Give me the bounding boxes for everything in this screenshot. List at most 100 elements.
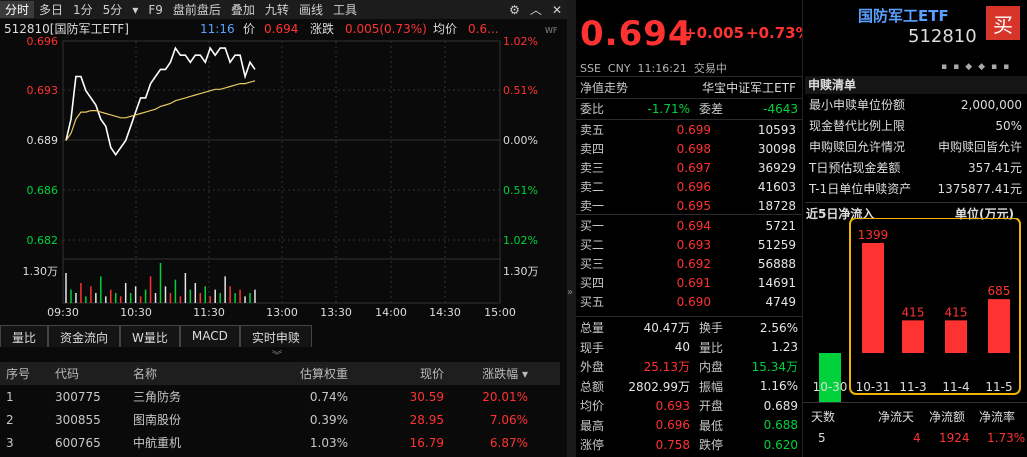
info-label: 现金替代比例上限 [809, 119, 906, 133]
bid-volume: 56888 [757, 256, 796, 271]
ask-row[interactable]: 卖二 0.696 41603 [576, 177, 802, 196]
flow-footer-value: 1924 [939, 431, 970, 445]
y-tick-left: 0.689 [27, 134, 59, 147]
y-tick-right: 0.51% [503, 84, 538, 97]
x-tick: 13:30 [320, 306, 352, 319]
toolbar-tab[interactable]: 叠加 [226, 1, 260, 18]
expand-chevron-icon[interactable]: ︾ [272, 347, 282, 362]
holdings-table: 序号 代码 名称 估算权重 现价 涨跌幅 ▾ 1 300775 三角防务 0.74% 30.59 20… [0, 362, 560, 454]
toolbar-tab[interactable]: 5分 [98, 1, 128, 18]
column-header[interactable]: 序号 [0, 365, 55, 382]
info-row: 申购赎回允许情况 申购赎回皆允许 [803, 137, 1027, 156]
stat-row: 现手 40 量比 1.23 [576, 338, 802, 357]
toolbar-tab[interactable]: 九转 [260, 1, 294, 18]
expand-arrow-icon[interactable]: » [567, 287, 573, 298]
column-header[interactable]: 涨跌幅 ▾ [444, 365, 540, 382]
x-tick: 14:00 [375, 306, 407, 319]
stat-label: 涨停 [580, 438, 605, 452]
period-toolbar: 分时 多日 1分 5分 ▾ F9 盘前盘后 叠加 九转 画线 工具 ⚙ ︿ ✕ [0, 0, 567, 19]
bid-price: 0.693 [676, 237, 711, 252]
toolbar-tab[interactable]: 分时 [0, 1, 35, 18]
bid-row[interactable]: 买四 0.691 14691 [576, 273, 802, 292]
flow-category-label: 11-4 [942, 380, 969, 394]
column-header[interactable]: 现价 [348, 365, 444, 382]
flow-category-label: 10-30 [813, 380, 848, 394]
indicator-tab[interactable]: 资金流向 [48, 325, 121, 347]
stat-label: 换手 [699, 321, 724, 335]
toolbar-tab[interactable]: 盘前盘后 [168, 1, 226, 18]
bid-price: 0.694 [676, 218, 711, 233]
table-row[interactable]: 1 300775 三角防务 0.74% 30.59 20.01% [0, 385, 560, 408]
chart-time: 11:16 [200, 22, 235, 36]
info-value: 357.41元 [968, 161, 1022, 175]
stat-value: 2.56% [759, 320, 798, 335]
indicator-tab[interactable]: MACD [179, 325, 240, 347]
stat-value: 0.693 [655, 398, 690, 413]
bid-volume: 5721 [765, 218, 796, 233]
info-value: 1375877.41元 [937, 182, 1022, 196]
bid-row[interactable]: 买五 0.690 4749 [576, 292, 802, 311]
info-value: 申购赎回皆允许 [937, 140, 1022, 154]
indicator-tab[interactable]: W量比 [120, 325, 180, 347]
table-cell: 300855 [55, 412, 101, 427]
indicator-tab[interactable]: 量比 [0, 325, 49, 347]
nav-trend-label[interactable]: 净值走势 [576, 79, 686, 96]
info-label: 申购赎回允许情况 [809, 140, 906, 154]
table-cell: 0.39% [309, 412, 348, 427]
table-row[interactable]: 2 300855 图南股份 0.39% 28.95 7.06% [0, 408, 560, 431]
ask-row[interactable]: 卖一 0.695 18728 [576, 196, 802, 215]
ask-volume: 36929 [757, 160, 796, 175]
stat-label: 总量 [580, 321, 605, 335]
bid-row[interactable]: 买二 0.693 51259 [576, 235, 802, 254]
ask-row[interactable]: 卖四 0.698 30098 [576, 139, 802, 158]
indicator-tab[interactable]: 实时申赎 [239, 325, 312, 347]
bid-row[interactable]: 买一 0.694 5721 [576, 216, 802, 235]
stat-value: 40 [674, 340, 690, 354]
stat-label: 量比 [699, 340, 724, 355]
close-icon[interactable]: ✕ [547, 3, 567, 17]
toolbar-icons[interactable]: ▪▪◆◆▪▪ [941, 62, 1015, 72]
toolbar-tab[interactable]: 画线 [294, 1, 328, 18]
info-label: 最小申赎单位份额 [809, 98, 906, 112]
toolbar-tab[interactable]: 工具 [328, 1, 362, 18]
ask-row[interactable]: 卖五 0.699 10593 [576, 120, 802, 139]
x-tick: 14:30 [429, 306, 461, 319]
column-header[interactable]: 估算权重 [243, 365, 348, 382]
bid-volume: 14691 [757, 275, 796, 290]
chevron-up-icon[interactable]: ︿ [525, 1, 547, 18]
panel-splitter[interactable]: » [567, 0, 576, 457]
ask-row[interactable]: 卖三 0.697 36929 [576, 158, 802, 177]
x-tick: 09:30 [47, 306, 79, 319]
stat-label: 现手 [580, 340, 605, 355]
ask-price: 0.695 [676, 198, 711, 213]
info-row: T日预估现金差额 357.41元 [803, 158, 1027, 177]
toolbar-tab[interactable]: 多日 [34, 1, 68, 18]
fund-name: 国防军工ETF [858, 7, 949, 25]
stat-label: 总额 [580, 379, 605, 394]
x-tick: 10:30 [120, 306, 152, 319]
ask-price: 0.697 [676, 160, 711, 175]
table-row[interactable]: 3 600765 中航重机 1.03% 16.79 6.87% [0, 431, 560, 454]
column-header[interactable]: 名称 [133, 365, 243, 382]
toolbar-tab[interactable]: F9 [143, 3, 168, 17]
wb-label: 委比 [580, 102, 605, 116]
buy-button[interactable]: 买 [986, 6, 1020, 40]
x-tick: 11:30 [193, 306, 225, 319]
stat-row: 涨停 0.758 跌停 0.620 [576, 435, 802, 454]
bid-label: 买二 [580, 238, 605, 252]
intraday-chart[interactable]: 512810[国防军工ETF] 11:16 价 0.694 涨跌 0.005(0.73%)… [0, 19, 567, 319]
bid-row[interactable]: 买三 0.692 56888 [576, 254, 802, 273]
column-header[interactable]: 代码 [55, 365, 133, 382]
flow-value-label: 415 [945, 305, 968, 319]
ask-volume: 18728 [757, 198, 796, 213]
stat-row: 外盘 25.13万 内盘 15.34万 [576, 357, 802, 376]
stat-label: 振幅 [699, 379, 724, 394]
info-label: T-1日单位申赎资产 [809, 182, 912, 196]
flow-bar [945, 320, 967, 353]
wc-label: 委差 [699, 102, 724, 116]
toolbar-tab[interactable]: ▾ [127, 3, 143, 17]
toolbar-tab[interactable]: 1分 [68, 1, 98, 18]
table-cell: 中航重机 [133, 436, 182, 450]
gear-icon[interactable]: ⚙ [504, 3, 525, 17]
market-status: SSE CNY 11:16:21 交易中 [580, 62, 727, 75]
